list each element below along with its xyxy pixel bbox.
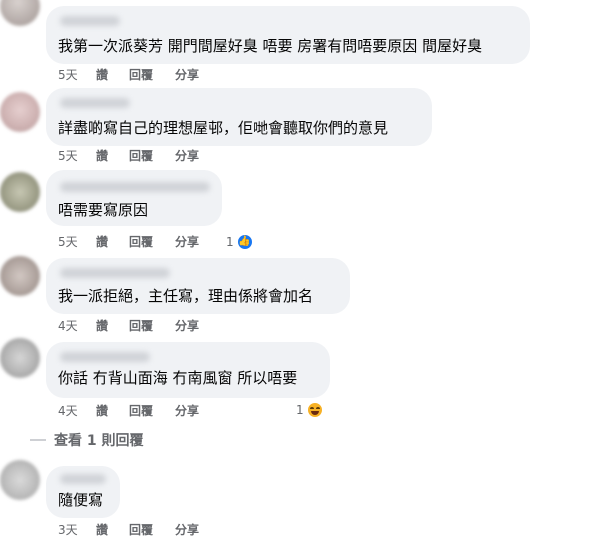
comment-timestamp[interactable]: 5天: [58, 67, 96, 83]
share-button[interactable]: 分享: [175, 403, 215, 419]
comment-bubble: 詳盡啲寫自己的理想屋邨，佢哋會聽取你們的意見: [46, 88, 432, 146]
author-name-redacted[interactable]: [60, 182, 210, 192]
comment-text: 唔需要寫原因: [58, 201, 149, 219]
comment-bubble: 隨便寫: [46, 466, 120, 518]
comment-bubble: 我第一次派葵芳 開門間屋好臭 唔要 房署有問唔要原因 間屋好臭: [46, 6, 530, 64]
reply-button[interactable]: 回覆: [129, 318, 175, 334]
like-button[interactable]: 讚: [96, 148, 129, 164]
comment-actions: 4天讚回覆 分享: [58, 403, 215, 419]
reply-thread-line: [30, 439, 46, 441]
reply-button[interactable]: 回覆: [129, 148, 175, 164]
like-button[interactable]: 讚: [96, 318, 129, 334]
avatar[interactable]: [0, 92, 40, 132]
share-button[interactable]: 分享: [175, 234, 215, 250]
comment-actions: 4天讚回覆 分享: [58, 318, 215, 334]
like-button[interactable]: 讚: [96, 403, 129, 419]
reply-button[interactable]: 回覆: [129, 403, 175, 419]
thumbs-up-icon: 👍: [235, 233, 254, 251]
avatar[interactable]: [0, 338, 40, 378]
comment-text: 詳盡啲寫自己的理想屋邨，佢哋會聽取你們的意見: [58, 119, 389, 137]
like-button[interactable]: 讚: [96, 522, 129, 538]
comment-text: 我第一次派葵芳 開門間屋好臭 唔要 房署有問唔要原因 間屋好臭: [58, 37, 483, 55]
comment-timestamp[interactable]: 3天: [58, 522, 96, 538]
like-button[interactable]: 讚: [96, 234, 129, 250]
author-name-redacted[interactable]: [60, 268, 170, 278]
comment-actions: 3天讚回覆 分享: [58, 522, 215, 538]
reply-button[interactable]: 回覆: [129, 522, 175, 538]
like-button[interactable]: 讚: [96, 67, 129, 83]
comment-actions: 5天讚回覆 分享: [58, 234, 215, 250]
comment-timestamp[interactable]: 4天: [58, 318, 96, 334]
share-button[interactable]: 分享: [175, 522, 215, 538]
avatar[interactable]: [0, 460, 40, 500]
reaction-count: 1: [296, 403, 304, 417]
comment-timestamp[interactable]: 5天: [58, 234, 96, 250]
avatar[interactable]: [0, 172, 40, 212]
comment-actions: 5天讚回覆 分享: [58, 148, 215, 164]
author-name-redacted[interactable]: [60, 16, 120, 26]
view-replies-label[interactable]: 查看 1 則回覆: [54, 430, 144, 450]
comment-bubble: 你話 冇背山面海 冇南風窗 所以唔要: [46, 342, 330, 398]
comment-actions: 5天讚回覆 分享: [58, 67, 215, 83]
reaction-summary[interactable]: 1 👍: [226, 233, 254, 251]
reply-button[interactable]: 回覆: [129, 67, 175, 83]
author-name-redacted[interactable]: [60, 474, 106, 484]
share-button[interactable]: 分享: [175, 67, 215, 83]
comment-bubble: 唔需要寫原因: [46, 170, 222, 226]
haha-icon: [305, 401, 324, 419]
comment-timestamp[interactable]: 5天: [58, 148, 96, 164]
author-name-redacted[interactable]: [60, 352, 150, 362]
comment-text: 隨便寫: [58, 491, 104, 509]
author-name-redacted[interactable]: [60, 98, 130, 108]
view-replies-link[interactable]: 查看 1 則回覆: [30, 430, 144, 450]
reply-button[interactable]: 回覆: [129, 234, 175, 250]
comment-text: 你話 冇背山面海 冇南風窗 所以唔要: [58, 369, 298, 387]
comment-bubble: 我一派拒絕，主任寫，理由係將會加名: [46, 258, 350, 314]
comment-text: 我一派拒絕，主任寫，理由係將會加名: [58, 287, 314, 305]
reaction-summary[interactable]: 1: [296, 401, 324, 419]
share-button[interactable]: 分享: [175, 318, 215, 334]
comment-timestamp[interactable]: 4天: [58, 403, 96, 419]
avatar[interactable]: [0, 0, 40, 26]
share-button[interactable]: 分享: [175, 148, 215, 164]
avatar[interactable]: [0, 256, 40, 296]
reaction-count: 1: [226, 235, 234, 249]
